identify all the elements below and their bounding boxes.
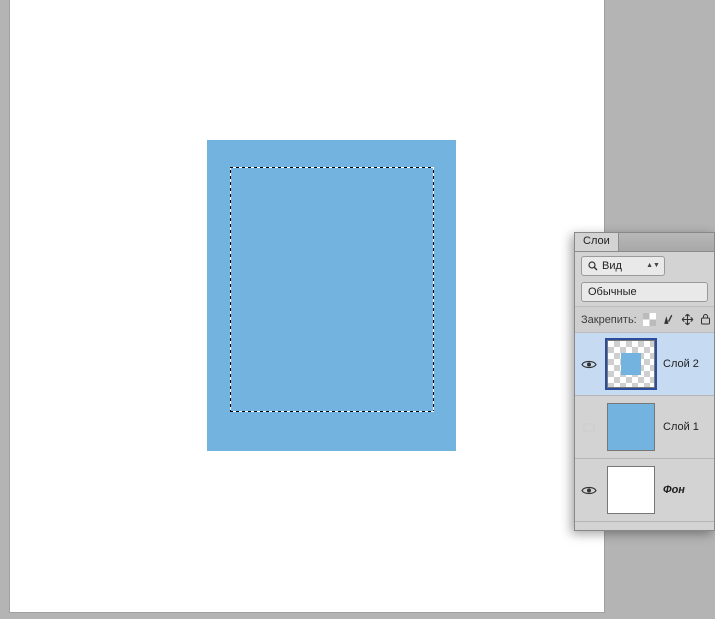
lock-pixels-icon[interactable] xyxy=(662,311,675,328)
layer-name[interactable]: Слой 1 xyxy=(663,421,699,433)
workspace xyxy=(0,0,604,619)
lock-all-icon[interactable] xyxy=(700,311,711,328)
layer-row[interactable]: Фон xyxy=(575,459,714,522)
layer-name[interactable]: Слой 2 xyxy=(663,358,699,370)
layer-row[interactable]: Слой 1 xyxy=(575,396,714,459)
view-row: Вид ▲▼ xyxy=(575,252,714,280)
lock-transparency-icon[interactable] xyxy=(643,311,656,328)
blend-mode-select[interactable]: Обычные xyxy=(581,282,708,302)
layer-thumbnail[interactable] xyxy=(607,403,655,451)
filter-type-label: Вид xyxy=(602,260,622,272)
lock-row: Закрепить: xyxy=(575,306,714,333)
select-arrows-icon: ▲▼ xyxy=(648,264,658,268)
lock-label: Закрепить: xyxy=(581,314,637,326)
tab-layers[interactable]: Слои xyxy=(575,233,619,251)
layer-name[interactable]: Фон xyxy=(663,484,685,496)
document-canvas[interactable] xyxy=(10,0,604,612)
search-icon xyxy=(588,261,598,271)
blend-row: Обычные xyxy=(575,280,714,306)
panel-tabbar: Слои xyxy=(575,233,714,252)
layer-thumbnail[interactable] xyxy=(607,340,655,388)
visibility-toggle[interactable] xyxy=(581,422,599,433)
lock-position-icon[interactable] xyxy=(681,311,694,328)
marquee-selection[interactable] xyxy=(230,167,434,412)
visibility-toggle[interactable] xyxy=(581,359,599,370)
blend-mode-label: Обычные xyxy=(588,286,637,298)
filter-type-select[interactable]: Вид ▲▼ xyxy=(581,256,665,276)
layer-thumbnail[interactable] xyxy=(607,466,655,514)
layer-row[interactable]: Слой 2 xyxy=(575,333,714,396)
layers-list: Слой 2 Слой 1 Фон xyxy=(575,333,714,522)
visibility-toggle[interactable] xyxy=(581,485,599,496)
layers-panel: Слои Вид ▲▼ Обычные Закрепить: xyxy=(574,232,715,531)
